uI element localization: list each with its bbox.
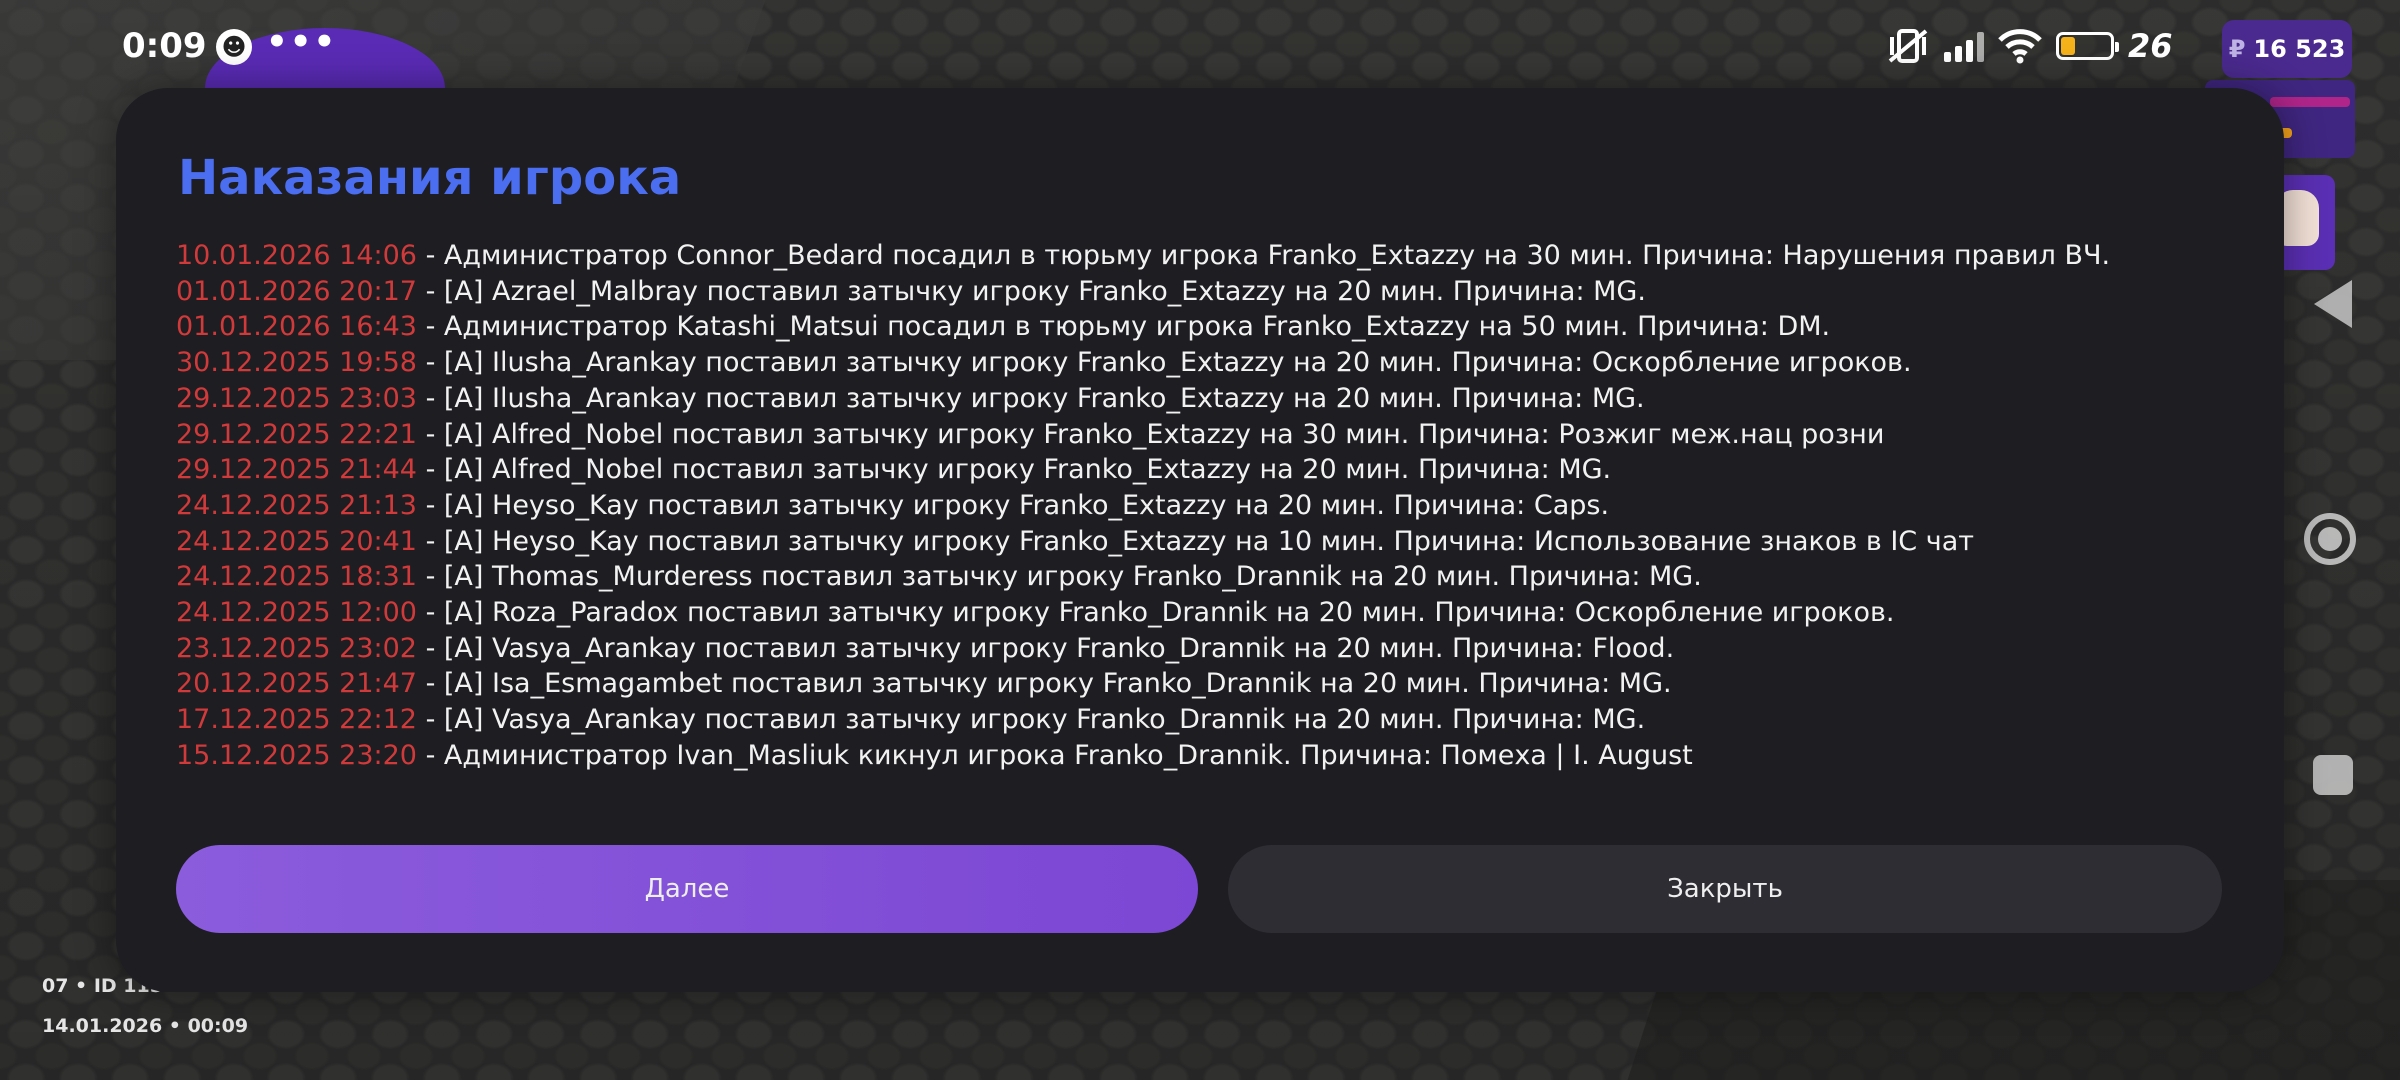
nav-recent-apps-icon[interactable]: [2313, 755, 2353, 795]
next-button[interactable]: Далее: [176, 845, 1198, 933]
dialog-title: Наказания игрока: [178, 150, 682, 206]
log-entry: 24.12.2025 12:00 - [A] Roza_Paradox пост…: [176, 595, 2256, 631]
money-amount: 16 523: [2253, 35, 2346, 63]
log-entry-text: - [A] Azrael_Malbray поставил затычку иг…: [416, 275, 1646, 307]
wifi-icon: [1998, 28, 2042, 64]
log-entry-text: - [A] Ilusha_Arankay поставил затычку иг…: [416, 347, 1912, 379]
log-entry-text: - Администратор Ivan_Masliuk кикнул игро…: [416, 739, 1693, 771]
log-entry-date: 24.12.2025 12:00: [176, 597, 417, 629]
footer-datetime: 14.01.2026 • 00:09: [42, 1015, 249, 1037]
log-entry: 29.12.2025 22:21 - [A] Alfred_Nobel пост…: [176, 417, 2256, 453]
log-entry-date: 24.12.2025 21:13: [176, 489, 417, 521]
punishment-log: 10.01.2026 14:06 - Администратор Connor_…: [176, 238, 2256, 774]
log-entry-text: - [A] Heyso_Kay поставил затычку игроку …: [416, 525, 1974, 557]
battery-icon: [2056, 32, 2119, 60]
log-entry-text: - [A] Roza_Paradox поставил затычку игро…: [416, 597, 1895, 629]
punishments-dialog: Наказания игрока 10.01.2026 14:06 - Адми…: [116, 88, 2284, 992]
vibrate-off-icon: [1886, 27, 1930, 65]
log-entry: 10.01.2026 14:06 - Администратор Connor_…: [176, 238, 2256, 274]
log-entry: 01.01.2026 20:17 - [A] Azrael_Malbray по…: [176, 274, 2256, 310]
log-entry-text: - [A] Alfred_Nobel поставил затычку игро…: [416, 454, 1612, 486]
log-entry-text: - [A] Thomas_Murderess поставил затычку …: [416, 561, 1702, 593]
log-entry: 24.12.2025 21:13 - [A] Heyso_Kay постави…: [176, 488, 2256, 524]
log-entry: 20.12.2025 21:47 - [A] Isa_Esmagambet по…: [176, 666, 2256, 702]
log-entry-date: 01.01.2026 16:43: [176, 311, 417, 343]
status-icons: 26: [1886, 24, 2173, 68]
battery-percent: 26: [2128, 27, 2173, 65]
log-entry-text: - Администратор Katashi_Matsui посадил в…: [416, 311, 1831, 343]
log-entry-date: 15.12.2025 23:20: [176, 739, 417, 771]
log-entry: 01.01.2026 16:43 - Администратор Katashi…: [176, 309, 2256, 345]
log-entry: 24.12.2025 20:41 - [A] Heyso_Kay постави…: [176, 524, 2256, 560]
log-entry-date: 24.12.2025 20:41: [176, 525, 417, 557]
log-entry: 17.12.2025 22:12 - [A] Vasya_Arankay пос…: [176, 702, 2256, 738]
log-entry-text: - Администратор Connor_Bedard посадил в …: [416, 240, 2111, 271]
signal-icon: [1944, 30, 1984, 62]
nav-back-icon[interactable]: [2314, 280, 2352, 328]
health-bar: [2270, 97, 2350, 107]
app-notification-icon: ☻: [216, 29, 252, 65]
log-entry-text: - [A] Isa_Esmagambet поставил затычку иг…: [416, 668, 1672, 700]
log-entry-text: - [A] Vasya_Arankay поставил затычку игр…: [416, 632, 1675, 664]
log-entry-date: 10.01.2026 14:06: [176, 240, 417, 271]
log-entry-text: - [A] Heyso_Kay поставил затычку игроку …: [416, 489, 1610, 521]
log-entry-date: 29.12.2025 23:03: [176, 382, 417, 414]
log-entry: 24.12.2025 18:31 - [A] Thomas_Murderess …: [176, 559, 2256, 595]
more-notifications-icon: •••: [266, 22, 338, 62]
nav-home-icon[interactable]: [2304, 513, 2356, 565]
log-entry-date: 29.12.2025 22:21: [176, 418, 417, 450]
status-time: 0:09: [122, 26, 207, 66]
log-entry-date: 01.01.2026 20:17: [176, 275, 417, 307]
log-entry-text: - [A] Vasya_Arankay поставил затычку игр…: [416, 704, 1646, 736]
log-entry: 29.12.2025 21:44 - [A] Alfred_Nobel пост…: [176, 452, 2256, 488]
close-button[interactable]: Закрыть: [1228, 845, 2222, 933]
log-entry-date: 29.12.2025 21:44: [176, 454, 417, 486]
log-entry: 30.12.2025 19:58 - [A] Ilusha_Arankay по…: [176, 345, 2256, 381]
log-entry-date: 20.12.2025 21:47: [176, 668, 417, 700]
log-entry: 23.12.2025 23:02 - [A] Vasya_Arankay пос…: [176, 631, 2256, 667]
log-entry-text: - [A] Ilusha_Arankay поставил затычку иг…: [416, 382, 1645, 414]
money-badge: ₽ 16 523: [2222, 20, 2352, 78]
log-entry-date: 17.12.2025 22:12: [176, 704, 417, 736]
log-entry-text: - [A] Alfred_Nobel поставил затычку игро…: [416, 418, 1885, 450]
log-entry-date: 23.12.2025 23:02: [176, 632, 417, 664]
log-entry: 29.12.2025 23:03 - [A] Ilusha_Arankay по…: [176, 381, 2256, 417]
currency-icon: ₽: [2228, 35, 2246, 63]
log-entry: 15.12.2025 23:20 - Администратор Ivan_Ma…: [176, 738, 2256, 774]
log-entry-date: 24.12.2025 18:31: [176, 561, 417, 593]
log-entry-date: 30.12.2025 19:58: [176, 347, 417, 379]
